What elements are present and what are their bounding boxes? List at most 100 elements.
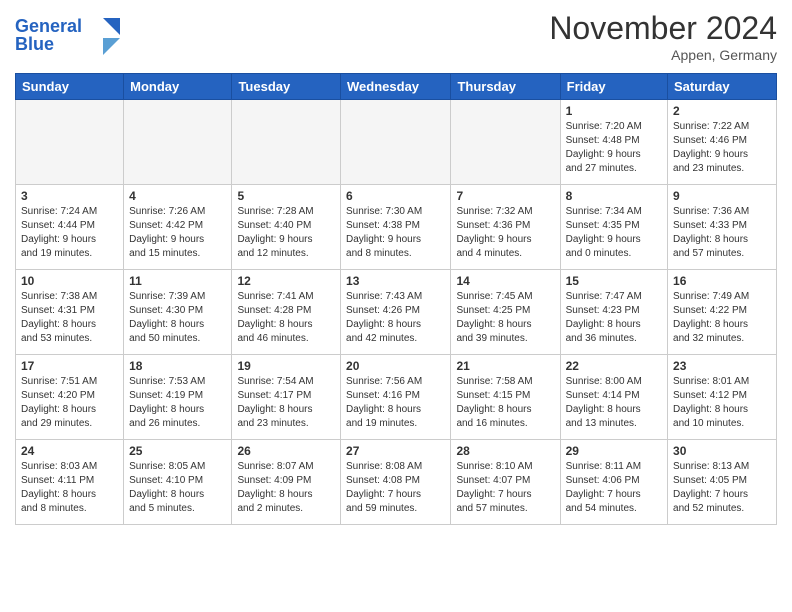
day-info: Sunrise: 7:28 AM Sunset: 4:40 PM Dayligh… (237, 205, 335, 261)
calendar-cell: 21Sunrise: 7:58 AM Sunset: 4:15 PM Dayli… (451, 355, 560, 440)
calendar-cell: 4 Sunrise: 7:26 AM Sunset: 4:42 PM Daylig… (124, 185, 232, 270)
day-number: 9 (673, 189, 771, 203)
calendar-cell: 8 Sunrise: 7:34 AM Sunset: 4:35 PM Daylig… (560, 185, 667, 270)
calendar-cell: 20Sunrise: 7:56 AM Sunset: 4:16 PM Dayli… (341, 355, 451, 440)
day-info: Sunrise: 7:20 AM Sunset: 4:48 PM Dayligh… (566, 120, 662, 176)
day-number: 5 (237, 189, 335, 203)
day-info: Sunrise: 8:08 AM Sunset: 4:08 PM Dayligh… (346, 460, 445, 516)
day-info: Sunrise: 7:22 AM Sunset: 4:46 PM Dayligh… (673, 120, 771, 176)
calendar-header-row: SundayMondayTuesdayWednesdayThursdayFrid… (16, 74, 777, 100)
day-info: Sunrise: 7:39 AM Sunset: 4:30 PM Dayligh… (129, 290, 226, 346)
day-number: 8 (566, 189, 662, 203)
day-number: 27 (346, 444, 445, 458)
day-number: 30 (673, 444, 771, 458)
day-number: 20 (346, 359, 445, 373)
calendar-cell: 18 Sunrise: 7:53 AM Sunset: 4:19 PM Dayli… (124, 355, 232, 440)
day-number: 24 (21, 444, 118, 458)
day-number: 21 (456, 359, 554, 373)
weekday-header-sunday: Sunday (16, 74, 124, 100)
calendar-cell: 9Sunrise: 7:36 AM Sunset: 4:33 PM Daylig… (668, 185, 777, 270)
day-info: Sunrise: 7:24 AM Sunset: 4:44 PM Dayligh… (21, 205, 118, 261)
day-number: 1 (566, 104, 662, 118)
month-title: November 2024 (549, 10, 777, 47)
day-number: 11 (129, 274, 226, 288)
logo-text: General Blue (15, 10, 125, 60)
week-row-5: 24 Sunrise: 8:03 AM Sunset: 4:11 PM Dayli… (16, 440, 777, 525)
location: Appen, Germany (549, 47, 777, 63)
header: General Blue November 2024 Appen, German… (15, 10, 777, 63)
calendar-cell: 11 Sunrise: 7:39 AM Sunset: 4:30 PM Dayli… (124, 270, 232, 355)
day-info: Sunrise: 7:49 AM Sunset: 4:22 PM Dayligh… (673, 290, 771, 346)
calendar-cell: 6 Sunrise: 7:30 AM Sunset: 4:38 PM Daylig… (341, 185, 451, 270)
weekday-header-saturday: Saturday (668, 74, 777, 100)
day-info: Sunrise: 7:26 AM Sunset: 4:42 PM Dayligh… (129, 205, 226, 261)
calendar-cell: 2 Sunrise: 7:22 AM Sunset: 4:46 PM Daylig… (668, 100, 777, 185)
day-info: Sunrise: 7:54 AM Sunset: 4:17 PM Dayligh… (237, 375, 335, 431)
calendar-cell: 3 Sunrise: 7:24 AM Sunset: 4:44 PM Daylig… (16, 185, 124, 270)
day-info: Sunrise: 7:38 AM Sunset: 4:31 PM Dayligh… (21, 290, 118, 346)
day-number: 15 (566, 274, 662, 288)
day-number: 17 (21, 359, 118, 373)
day-info: Sunrise: 7:30 AM Sunset: 4:38 PM Dayligh… (346, 205, 445, 261)
calendar-cell: 15 Sunrise: 7:47 AM Sunset: 4:23 PM Dayli… (560, 270, 667, 355)
day-number: 26 (237, 444, 335, 458)
week-row-3: 10Sunrise: 7:38 AM Sunset: 4:31 PM Dayli… (16, 270, 777, 355)
weekday-header-tuesday: Tuesday (232, 74, 341, 100)
calendar-cell (232, 100, 341, 185)
day-info: Sunrise: 7:53 AM Sunset: 4:19 PM Dayligh… (129, 375, 226, 431)
day-number: 6 (346, 189, 445, 203)
calendar-cell: 12 Sunrise: 7:41 AM Sunset: 4:28 PM Dayli… (232, 270, 341, 355)
week-row-1: 1 Sunrise: 7:20 AM Sunset: 4:48 PM Daylig… (16, 100, 777, 185)
day-number: 3 (21, 189, 118, 203)
day-info: Sunrise: 8:13 AM Sunset: 4:05 PM Dayligh… (673, 460, 771, 516)
logo: General Blue (15, 10, 125, 60)
day-info: Sunrise: 8:01 AM Sunset: 4:12 PM Dayligh… (673, 375, 771, 431)
day-number: 4 (129, 189, 226, 203)
day-number: 12 (237, 274, 335, 288)
calendar-cell: 25 Sunrise: 8:05 AM Sunset: 4:10 PM Dayli… (124, 440, 232, 525)
calendar-cell: 14 Sunrise: 7:45 AM Sunset: 4:25 PM Dayli… (451, 270, 560, 355)
calendar-cell: 13 Sunrise: 7:43 AM Sunset: 4:26 PM Dayli… (341, 270, 451, 355)
weekday-header-wednesday: Wednesday (341, 74, 451, 100)
calendar-cell: 16 Sunrise: 7:49 AM Sunset: 4:22 PM Dayli… (668, 270, 777, 355)
day-number: 16 (673, 274, 771, 288)
calendar-cell: 28 Sunrise: 8:10 AM Sunset: 4:07 PM Dayli… (451, 440, 560, 525)
day-info: Sunrise: 8:10 AM Sunset: 4:07 PM Dayligh… (456, 460, 554, 516)
day-number: 7 (456, 189, 554, 203)
day-info: Sunrise: 8:00 AM Sunset: 4:14 PM Dayligh… (566, 375, 662, 431)
calendar-cell: 29Sunrise: 8:11 AM Sunset: 4:06 PM Dayli… (560, 440, 667, 525)
day-number: 2 (673, 104, 771, 118)
day-number: 14 (456, 274, 554, 288)
day-info: Sunrise: 8:05 AM Sunset: 4:10 PM Dayligh… (129, 460, 226, 516)
day-number: 13 (346, 274, 445, 288)
calendar-cell: 24 Sunrise: 8:03 AM Sunset: 4:11 PM Dayli… (16, 440, 124, 525)
day-info: Sunrise: 8:03 AM Sunset: 4:11 PM Dayligh… (21, 460, 118, 516)
day-info: Sunrise: 7:41 AM Sunset: 4:28 PM Dayligh… (237, 290, 335, 346)
title-section: November 2024 Appen, Germany (549, 10, 777, 63)
weekday-header-friday: Friday (560, 74, 667, 100)
week-row-4: 17 Sunrise: 7:51 AM Sunset: 4:20 PM Dayli… (16, 355, 777, 440)
calendar-cell: 1 Sunrise: 7:20 AM Sunset: 4:48 PM Daylig… (560, 100, 667, 185)
calendar-container: General Blue November 2024 Appen, German… (0, 0, 792, 535)
day-number: 18 (129, 359, 226, 373)
calendar-cell (16, 100, 124, 185)
calendar-cell: 7 Sunrise: 7:32 AM Sunset: 4:36 PM Daylig… (451, 185, 560, 270)
day-number: 25 (129, 444, 226, 458)
day-info: Sunrise: 7:34 AM Sunset: 4:35 PM Dayligh… (566, 205, 662, 261)
day-info: Sunrise: 7:51 AM Sunset: 4:20 PM Dayligh… (21, 375, 118, 431)
weekday-header-monday: Monday (124, 74, 232, 100)
calendar-cell: 30 Sunrise: 8:13 AM Sunset: 4:05 PM Dayli… (668, 440, 777, 525)
week-row-2: 3 Sunrise: 7:24 AM Sunset: 4:44 PM Daylig… (16, 185, 777, 270)
day-number: 19 (237, 359, 335, 373)
weekday-header-thursday: Thursday (451, 74, 560, 100)
day-info: Sunrise: 7:47 AM Sunset: 4:23 PM Dayligh… (566, 290, 662, 346)
day-info: Sunrise: 7:45 AM Sunset: 4:25 PM Dayligh… (456, 290, 554, 346)
day-info: Sunrise: 7:43 AM Sunset: 4:26 PM Dayligh… (346, 290, 445, 346)
day-info: Sunrise: 7:32 AM Sunset: 4:36 PM Dayligh… (456, 205, 554, 261)
day-number: 29 (566, 444, 662, 458)
day-number: 22 (566, 359, 662, 373)
calendar-cell: 19 Sunrise: 7:54 AM Sunset: 4:17 PM Dayli… (232, 355, 341, 440)
calendar-cell: 23Sunrise: 8:01 AM Sunset: 4:12 PM Dayli… (668, 355, 777, 440)
day-number: 28 (456, 444, 554, 458)
calendar-cell: 26Sunrise: 8:07 AM Sunset: 4:09 PM Dayli… (232, 440, 341, 525)
